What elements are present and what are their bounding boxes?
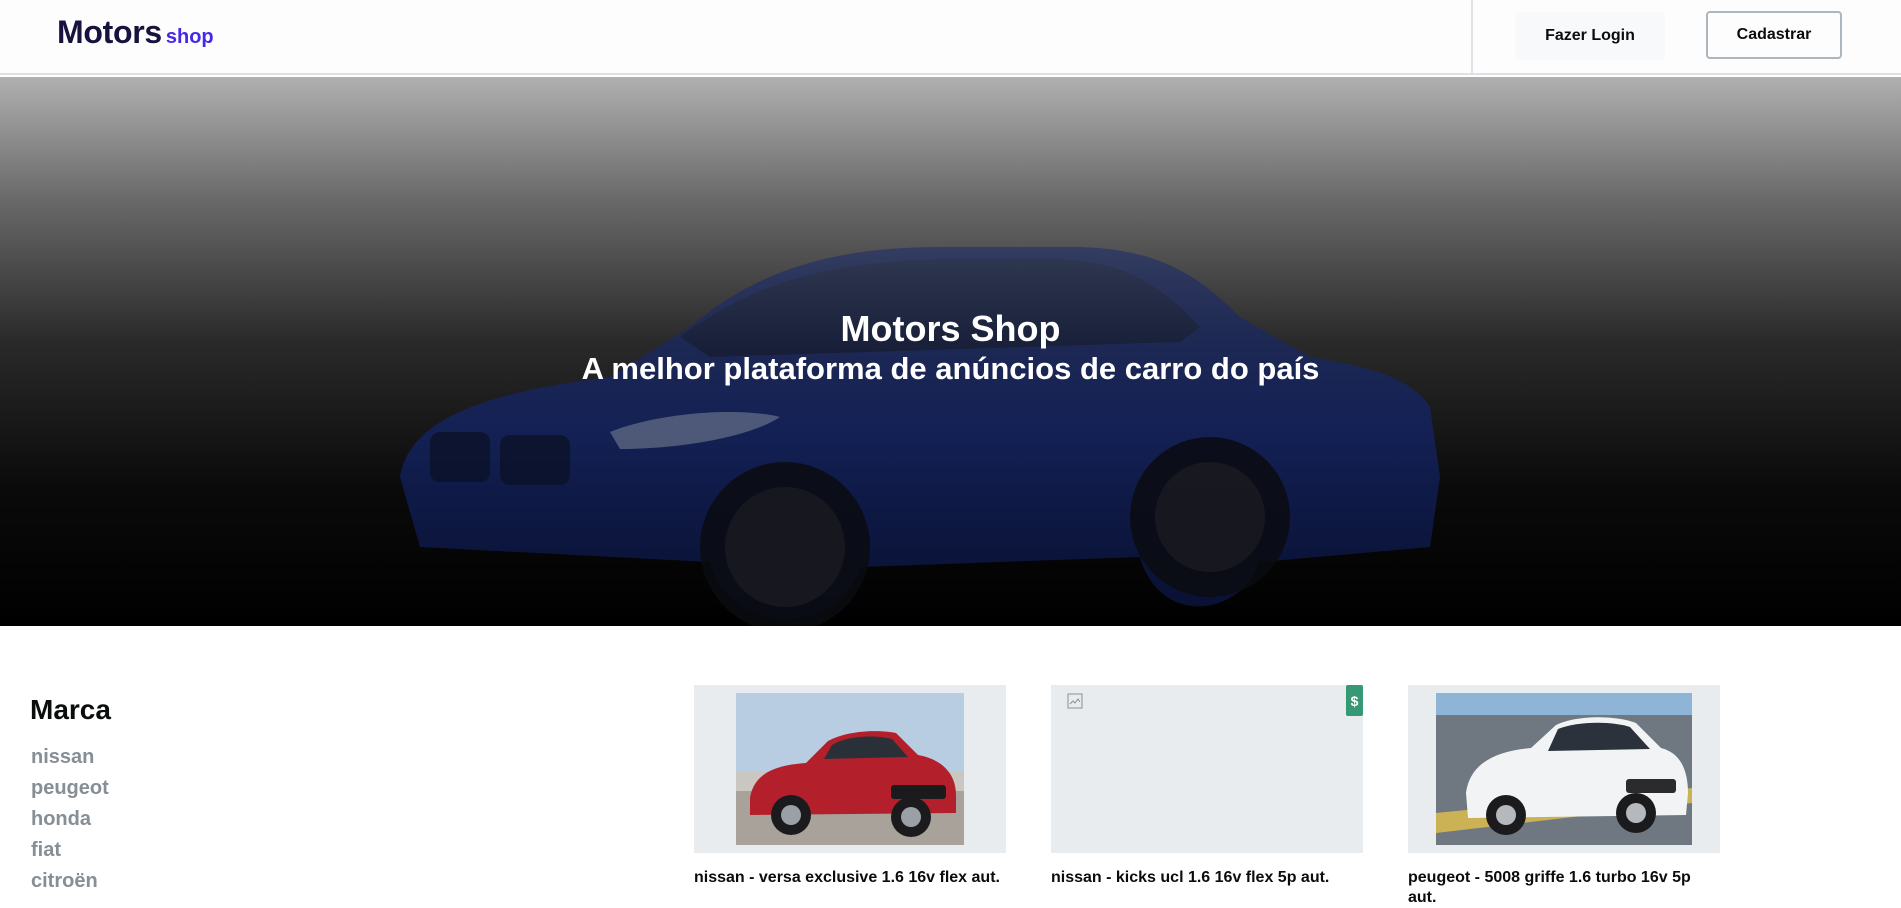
register-button[interactable]: Cadastrar: [1706, 11, 1842, 59]
product-image-frame: [1408, 685, 1720, 853]
logo[interactable]: Motors shop: [57, 14, 214, 51]
filter-brand-peugeot[interactable]: peugeot: [31, 773, 109, 804]
header-divider: [1471, 0, 1473, 75]
product-image-frame: $: [1051, 685, 1363, 853]
product-image-frame: [694, 685, 1006, 853]
hero-title: Motors Shop: [840, 308, 1061, 349]
login-button[interactable]: Fazer Login: [1515, 12, 1665, 60]
product-title: nissan - kicks ucl 1.6 16v flex 5p aut.: [1051, 869, 1330, 886]
filter-brand-title: Marca: [30, 694, 111, 725]
filter-brand-fiat[interactable]: fiat: [31, 835, 109, 866]
product-title: peugeot - 5008 griffe 1.6 turbo 16v 5p a…: [1408, 869, 1691, 906]
hero-text: Motors Shop A melhor plataforma de anúnc…: [0, 307, 1901, 389]
product-card[interactable]: peugeot - 5008 griffe 1.6 turbo 16v 5p a…: [1408, 685, 1720, 908]
filter-brand-list: nissan peugeot honda fiat citroën: [31, 742, 109, 897]
logo-main-text: Motors: [57, 14, 162, 50]
good-price-badge: $: [1346, 685, 1363, 716]
hero-banner: Motors Shop A melhor plataforma de anúnc…: [0, 77, 1901, 626]
site-header: Motors shop Fazer Login Cadastrar: [0, 0, 1901, 75]
car-image: [1436, 693, 1692, 845]
car-image: [736, 693, 964, 845]
filter-brand-honda[interactable]: honda: [31, 804, 109, 835]
product-card[interactable]: nissan - versa exclusive 1.6 16v flex au…: [694, 685, 1006, 888]
logo-sub-text: shop: [165, 26, 214, 48]
filter-brand-citroen[interactable]: citroën: [31, 866, 109, 897]
product-card[interactable]: $ nissan - kicks ucl 1.6 16v flex 5p aut…: [1051, 685, 1363, 888]
broken-image-icon: [1067, 693, 1083, 709]
hero-car-image: [400, 247, 1440, 626]
hero-subtitle: A melhor plataforma de anúncios de carro…: [581, 351, 1320, 386]
filter-brand-nissan[interactable]: nissan: [31, 742, 109, 773]
product-title: nissan - versa exclusive 1.6 16v flex au…: [694, 869, 1000, 886]
